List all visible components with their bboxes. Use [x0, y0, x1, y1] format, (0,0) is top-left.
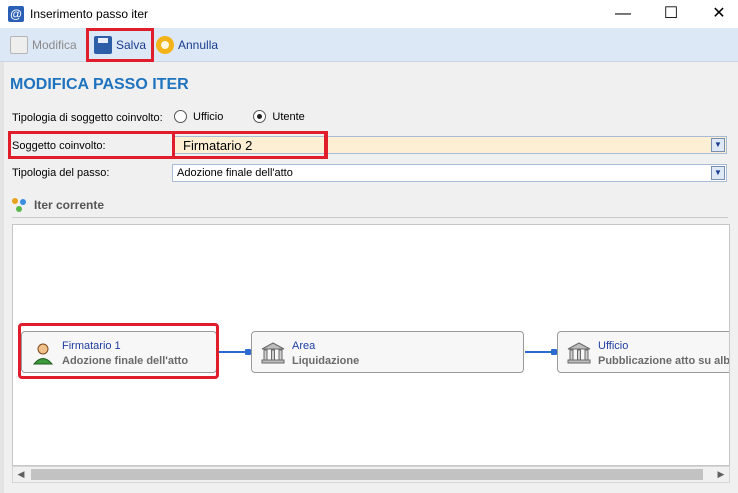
undo-icon: [156, 36, 174, 54]
radio-utente-circle[interactable]: [253, 110, 267, 123]
radio-ufficio[interactable]: Ufficio: [174, 110, 223, 123]
annulla-button[interactable]: Annulla: [156, 32, 218, 58]
radio-ufficio-circle[interactable]: [174, 110, 187, 123]
iter-node-area[interactable]: Area Liquidazione: [251, 331, 524, 373]
left-edge-strip: [0, 62, 4, 493]
salva-button[interactable]: Salva: [86, 28, 154, 62]
node-title: Ufficio: [598, 340, 629, 352]
chevron-down-icon[interactable]: ▼: [711, 138, 725, 152]
annulla-label: Annulla: [178, 38, 219, 52]
tipologia-soggetto-radio-group: Ufficio Utente: [174, 110, 305, 123]
tipologia-passo-combo[interactable]: Adozione finale dell'atto ▼: [172, 164, 727, 182]
iter-section-header: Iter corrente: [12, 198, 104, 212]
toolbar: Modifica Salva Annulla: [0, 28, 738, 62]
save-floppy-icon: [94, 36, 112, 54]
horizontal-scrollbar[interactable]: ◀ ▶: [12, 466, 730, 483]
node-title: Area: [292, 340, 316, 352]
modifica-button[interactable]: Modifica: [10, 32, 77, 58]
building-icon: [567, 342, 591, 364]
title-bar: @ Inserimento passo iter — ☐ ✕: [0, 0, 738, 28]
iter-canvas[interactable]: Firmatario 1 Adozione finale dell'atto A…: [12, 224, 730, 466]
node-subtitle: Liquidazione: [292, 355, 360, 367]
app-icon: @: [8, 6, 24, 22]
tipologia-soggetto-label: Tipologia di soggetto coinvolto:: [12, 112, 163, 124]
connector-line: [525, 351, 553, 353]
iter-node-ufficio[interactable]: Ufficio Pubblicazione atto su albo: [557, 331, 730, 373]
edit-document-icon: [10, 36, 28, 54]
close-button[interactable]: ✕: [696, 0, 738, 28]
page-title: MODIFICA PASSO ITER: [10, 76, 189, 93]
chevron-down-icon[interactable]: ▼: [711, 166, 725, 180]
highlight-node-firmatario: [18, 323, 219, 379]
modifica-label: Modifica: [32, 38, 77, 52]
highlight-soggetto-value: [172, 131, 328, 159]
node-subtitle: Pubblicazione atto su albo: [598, 355, 730, 367]
maximize-button[interactable]: ☐: [648, 0, 694, 28]
workflow-nodes-icon: [12, 198, 28, 212]
tipologia-passo-label: Tipologia del passo:: [12, 167, 110, 179]
iter-section-title: Iter corrente: [34, 198, 105, 212]
radio-utente[interactable]: Utente: [253, 110, 305, 123]
minimize-button[interactable]: —: [600, 0, 646, 28]
radio-ufficio-label: Ufficio: [193, 110, 224, 123]
connector-line: [219, 351, 247, 353]
scroll-right-arrow-icon[interactable]: ▶: [713, 467, 729, 482]
salva-label: Salva: [116, 38, 147, 52]
section-divider: [12, 217, 728, 218]
radio-utente-label: Utente: [272, 110, 305, 123]
window-title: Inserimento passo iter: [30, 7, 149, 21]
building-icon: [261, 342, 285, 364]
scroll-left-arrow-icon[interactable]: ◀: [13, 467, 29, 482]
tipologia-passo-value: Adozione finale dell'atto: [177, 167, 293, 179]
scrollbar-thumb[interactable]: [31, 469, 703, 480]
